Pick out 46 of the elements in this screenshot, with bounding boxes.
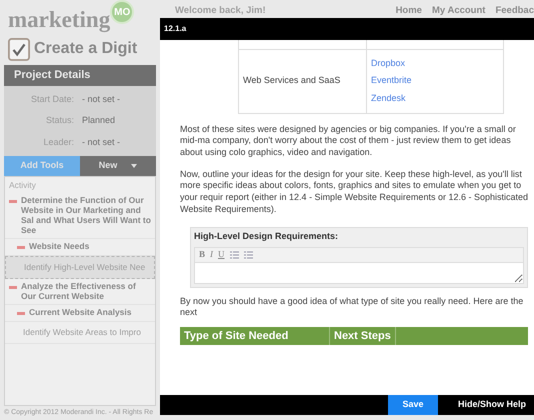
collapse-icon[interactable]: [17, 312, 25, 316]
editor-label: High-Level Design Requirements:: [194, 231, 340, 244]
body-paragraph: Now, outline your ideas for the design for your site. Keep these high-level, as you'll list more specific ideas about colors, fonts, graphics and sites to emulate when you get to your requir report (either in 12.4 - Simple Website Requirements or 12.6 - Sophisticated Website Requirements).: [180, 168, 528, 216]
task-item[interactable]: Identify High-Level Website Nee: [5, 256, 155, 279]
body-paragraph: Most of these sites were designed by agencies or big companies. If you're a small or mid-ma company, don't worry about the cost of them - just review them to get ideas about using colo graphics, video and navigation.: [180, 124, 517, 159]
activity-heading: Activity: [8, 178, 37, 192]
nav-link[interactable]: Feedbac: [495, 4, 534, 18]
format-button[interactable]: I: [210, 249, 214, 261]
activity-item[interactable]: Determine the Function of Our Website in Our Marketing and Sal and What Users Will Want to See: [21, 196, 151, 236]
nav-link[interactable]: Home: [396, 4, 422, 18]
task-item[interactable]: Identify Website Areas to Impro: [5, 322, 155, 344]
site-link[interactable]: Zendesk: [371, 92, 499, 105]
panel-title: Project Details: [4, 65, 156, 86]
logo-text: marketing: [8, 8, 110, 31]
body-paragraph: By now you should have a good idea of what type of site you really need. Here are the next: [180, 296, 524, 320]
page-title: Create a Digit: [34, 39, 138, 59]
tool-tab[interactable]: New: [80, 156, 156, 176]
field-label: Status:: [44, 114, 74, 127]
field-value: Planned: [82, 114, 116, 127]
field-value: - not set -: [82, 136, 120, 148]
text-area[interactable]: [194, 262, 524, 284]
field-label: Leader:: [42, 136, 74, 148]
column-header: Next Steps: [330, 327, 396, 346]
bullet-list-icon[interactable]: [244, 250, 253, 259]
dialog-title: 12.1.a: [160, 18, 534, 40]
field-label: Start Date:: [30, 92, 74, 106]
collapse-icon[interactable]: [9, 286, 17, 289]
site-link[interactable]: Eventbrite: [371, 75, 499, 87]
nav-link[interactable]: My Account: [432, 4, 486, 18]
numbered-list-icon[interactable]: [230, 250, 239, 259]
collapse-icon[interactable]: [9, 200, 17, 204]
save-button[interactable]: Save: [388, 395, 438, 415]
welcome-text: Welcome back, Jim!: [175, 4, 266, 18]
activity-item[interactable]: Analyze the Effectiveness of Our Current Website: [21, 282, 151, 302]
format-button[interactable]: B: [199, 249, 206, 261]
collapse-icon[interactable]: [17, 246, 25, 250]
format-button[interactable]: U: [218, 249, 225, 261]
site-link[interactable]: Dropbox: [371, 58, 499, 70]
activity-item[interactable]: Website Needs: [29, 242, 90, 252]
checklist-icon: [8, 37, 30, 61]
tool-tab[interactable]: Add Tools: [4, 156, 80, 176]
field-value: - not set -: [82, 92, 120, 106]
activity-item[interactable]: Current Website Analysis: [29, 308, 132, 318]
column-header: Type of Site Needed: [180, 327, 330, 346]
table-cell: Web Services and SaaS: [238, 49, 366, 114]
logo-badge: MO: [110, 0, 134, 24]
